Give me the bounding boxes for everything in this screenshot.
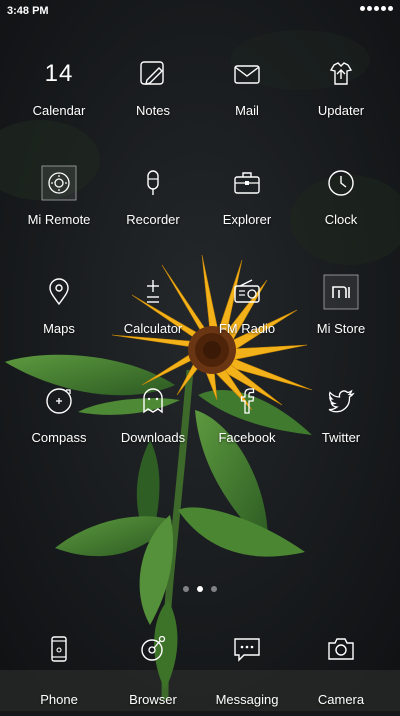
page-dot[interactable] xyxy=(183,586,189,592)
twitter-icon xyxy=(322,382,360,420)
calculator-icon xyxy=(134,273,172,311)
app-maps[interactable]: Maps xyxy=(12,273,106,359)
app-fm-radio[interactable]: FM Radio xyxy=(200,273,294,359)
clock-icon xyxy=(322,164,360,202)
mail-icon xyxy=(228,55,266,93)
app-downloads[interactable]: Downloads xyxy=(106,382,200,468)
app-updater[interactable]: Updater xyxy=(294,55,388,141)
app-label: Recorder xyxy=(126,212,180,227)
app-label: Calculator xyxy=(123,321,183,336)
app-twitter[interactable]: Twitter xyxy=(294,382,388,468)
app-mi-remote[interactable]: Mi Remote xyxy=(12,164,106,250)
dock-phone[interactable]: Phone xyxy=(12,630,106,716)
app-label: Clock xyxy=(324,212,358,227)
app-mi-store[interactable]: Mi Store xyxy=(294,273,388,359)
app-label: Updater xyxy=(317,103,365,118)
app-label: Camera xyxy=(317,692,365,707)
calendar-date-number: 14 xyxy=(44,60,74,87)
app-label: Compass xyxy=(31,430,87,445)
app-calculator[interactable]: Calculator xyxy=(106,273,200,359)
app-label: Phone xyxy=(40,692,78,707)
explorer-icon xyxy=(228,164,266,202)
messaging-icon xyxy=(228,630,266,668)
recorder-icon xyxy=(134,164,172,202)
app-label: Downloads xyxy=(120,430,186,445)
browser-icon xyxy=(134,630,172,668)
dock-messaging[interactable]: Messaging xyxy=(200,630,294,716)
app-recorder[interactable]: Recorder xyxy=(106,164,200,250)
fm-radio-icon xyxy=(228,273,266,311)
signal-dots-icon xyxy=(360,6,393,11)
mi-remote-icon xyxy=(40,164,78,202)
app-compass[interactable]: Compass xyxy=(12,382,106,468)
app-mail[interactable]: Mail xyxy=(200,55,294,141)
app-label: FM Radio xyxy=(218,321,276,336)
page-indicator[interactable] xyxy=(0,586,400,592)
app-label: Facebook xyxy=(218,430,276,445)
page-dot-active[interactable] xyxy=(197,586,203,592)
app-clock[interactable]: Clock xyxy=(294,164,388,250)
dock: Phone Browser Messaging Camera xyxy=(0,625,400,711)
app-label: Messaging xyxy=(215,692,279,707)
app-label: Mi Remote xyxy=(27,212,91,227)
calendar-icon: 14 xyxy=(40,55,78,93)
app-calendar[interactable]: 14 Calendar xyxy=(12,55,106,141)
compass-icon xyxy=(40,382,78,420)
downloads-icon xyxy=(134,382,172,420)
camera-icon xyxy=(322,630,360,668)
app-label: Explorer xyxy=(222,212,272,227)
app-label: Twitter xyxy=(321,430,361,445)
phone-icon xyxy=(40,630,78,668)
updater-icon xyxy=(322,55,360,93)
app-notes[interactable]: Notes xyxy=(106,55,200,141)
app-label: Calendar xyxy=(32,103,86,118)
maps-icon xyxy=(40,273,78,311)
status-time: 3:48 PM xyxy=(7,5,49,17)
app-label: Browser xyxy=(129,692,177,707)
app-label: Maps xyxy=(43,321,75,336)
dock-browser[interactable]: Browser xyxy=(106,630,200,716)
facebook-icon xyxy=(228,382,266,420)
app-facebook[interactable]: Facebook xyxy=(200,382,294,468)
status-bar: 3:48 PM xyxy=(0,0,400,22)
dock-camera[interactable]: Camera xyxy=(294,630,388,716)
mi-store-icon xyxy=(322,273,360,311)
notes-icon xyxy=(134,55,172,93)
app-label: Mail xyxy=(235,103,259,118)
app-label: Mi Store xyxy=(316,321,366,336)
app-explorer[interactable]: Explorer xyxy=(200,164,294,250)
app-label: Notes xyxy=(136,103,170,118)
page-dot[interactable] xyxy=(211,586,217,592)
